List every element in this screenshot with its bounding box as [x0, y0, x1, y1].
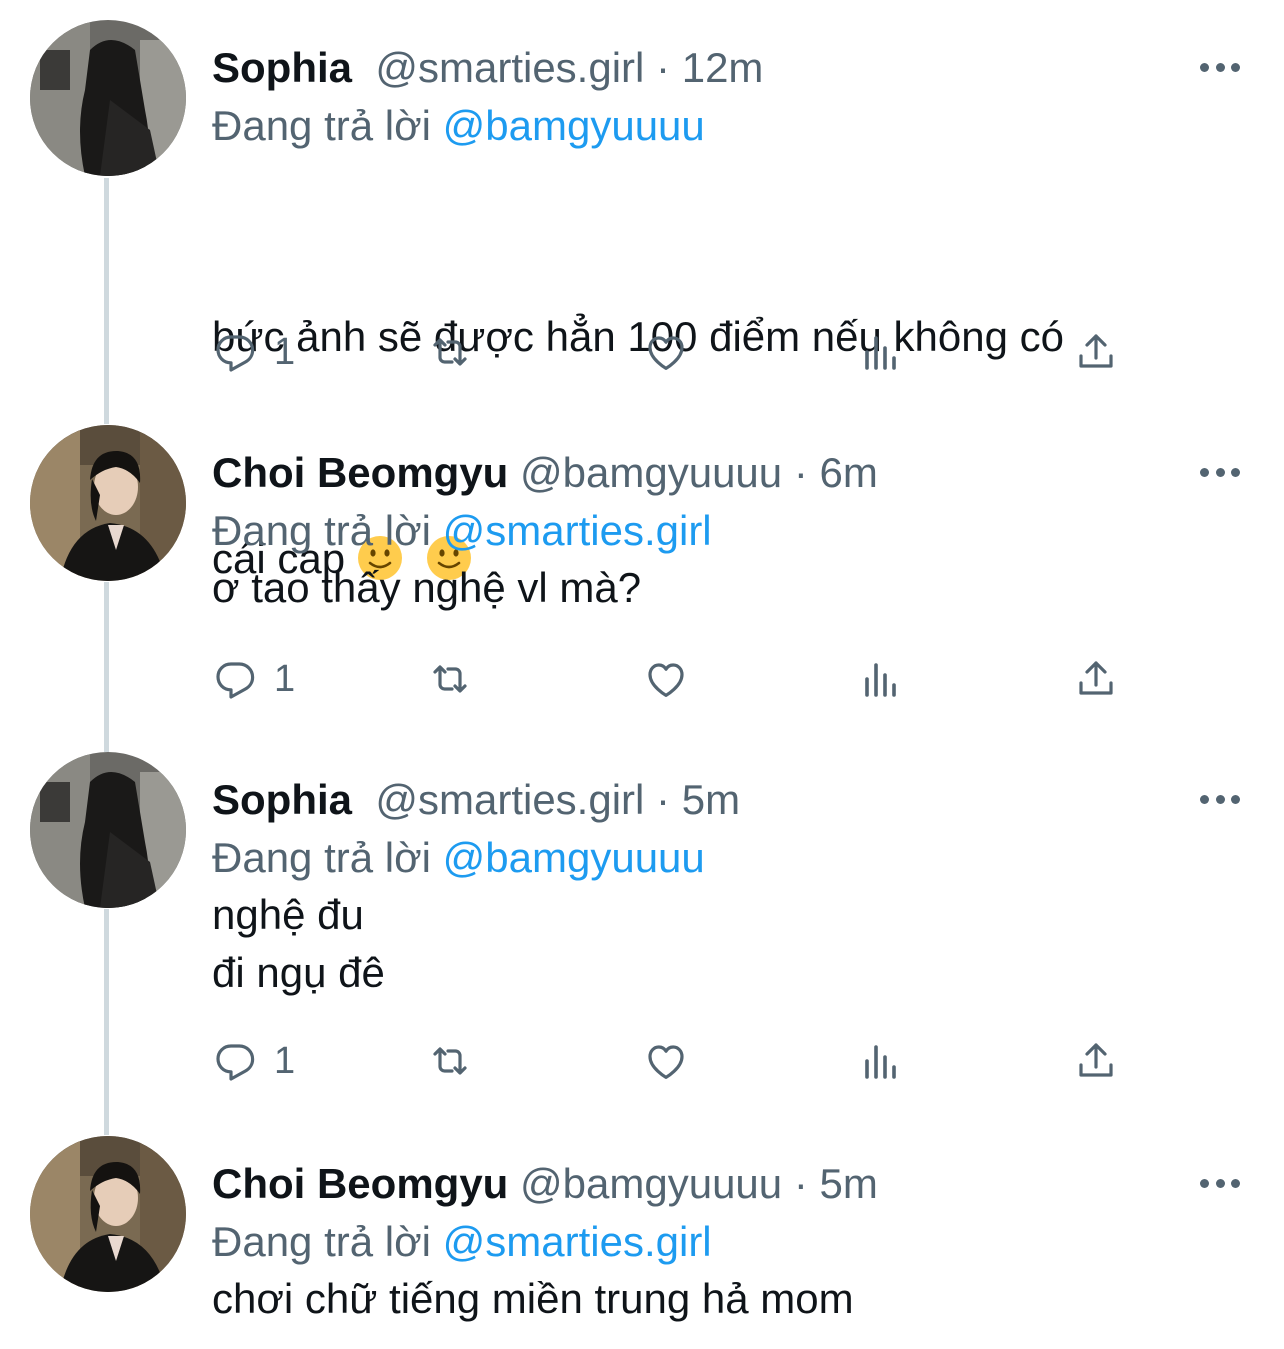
more-icon[interactable] [1200, 792, 1240, 806]
share-button[interactable] [1072, 1031, 1120, 1091]
separator: · [793, 1160, 808, 1207]
tweet[interactable]: Choi Beomgyu @bamgyuuuu · 6m Đang trả lờ… [0, 425, 1284, 745]
reply-button[interactable]: 1 [212, 649, 295, 709]
avatar[interactable] [30, 425, 186, 581]
avatar[interactable] [30, 20, 186, 176]
avatar[interactable] [30, 752, 186, 908]
display-name[interactable]: Choi Beomgyu [212, 1160, 508, 1207]
mention-link[interactable]: @smarties.girl [443, 507, 712, 554]
retweet-button[interactable] [426, 1031, 474, 1091]
tweet[interactable]: Sophia @smarties.girl · 12m Đang trả lời… [0, 20, 1284, 582]
username[interactable]: @bamgyuuuu [520, 1160, 782, 1207]
tweet-header: Sophia @smarties.girl · 5m [212, 772, 1144, 828]
reply-count: 1 [274, 330, 296, 373]
replying-to: Đang trả lời @bamgyuuuu [212, 830, 705, 886]
username[interactable]: @bamgyuuuu [520, 449, 782, 496]
analytics-icon [865, 336, 896, 370]
tweet-text: nghệ đu đi ngụ đê [212, 891, 385, 996]
timestamp[interactable]: 5m [682, 776, 740, 823]
retweet-icon [433, 665, 467, 693]
replying-to: Đang trả lời @bamgyuuuu [212, 98, 705, 154]
separator: · [656, 44, 671, 91]
timestamp[interactable]: 5m [820, 1160, 878, 1207]
separator: · [656, 776, 671, 823]
more-icon[interactable] [1200, 465, 1240, 479]
replying-to: Đang trả lời @smarties.girl [212, 503, 712, 559]
mention-link[interactable]: @smarties.girl [443, 1218, 712, 1265]
reply-count: 1 [274, 657, 296, 700]
tweet-actions: 1 [212, 649, 1132, 709]
display-name[interactable]: Choi Beomgyu [212, 449, 508, 496]
display-name[interactable]: Sophia [212, 44, 352, 91]
heart-icon [648, 1045, 684, 1079]
reply-button[interactable]: 1 [212, 322, 295, 382]
reply-icon [216, 335, 255, 372]
more-icon[interactable] [1200, 60, 1240, 74]
tweet-header: Sophia @smarties.girl · 12m [212, 40, 1144, 96]
replying-to-label: Đang trả lời [212, 1218, 431, 1265]
share-icon [1079, 1043, 1113, 1077]
like-button[interactable] [642, 322, 690, 382]
tweet-text: ơ tao thấy nghệ vl mà? [212, 564, 642, 611]
views-button[interactable] [857, 1031, 905, 1091]
replying-to-label: Đang trả lời [212, 507, 431, 554]
like-button[interactable] [642, 649, 690, 709]
tweet-header: Choi Beomgyu @bamgyuuuu · 6m [212, 445, 1144, 501]
like-button[interactable] [642, 1031, 690, 1091]
heart-icon [648, 663, 684, 697]
reply-button[interactable]: 1 [212, 1031, 295, 1091]
replying-to: Đang trả lời @smarties.girl [212, 1214, 712, 1270]
avatar-image-beomgyu [30, 1136, 186, 1292]
replying-to-label: Đang trả lời [212, 102, 431, 149]
analytics-icon [865, 663, 896, 697]
mention-link[interactable]: @bamgyuuuu [443, 834, 705, 881]
more-icon[interactable] [1200, 1176, 1240, 1190]
avatar[interactable] [30, 1136, 186, 1292]
mention-link[interactable]: @bamgyuuuu [443, 102, 705, 149]
retweet-button[interactable] [426, 649, 474, 709]
tweet-actions: 1 [212, 322, 1132, 382]
retweet-icon [433, 338, 467, 366]
share-icon [1079, 334, 1113, 368]
share-button[interactable] [1072, 649, 1120, 709]
avatar-image-beomgyu [30, 425, 186, 581]
reply-count: 1 [274, 1039, 296, 1082]
username[interactable]: @smarties.girl [375, 44, 644, 91]
views-button[interactable] [857, 649, 905, 709]
views-button[interactable] [857, 322, 905, 382]
heart-icon [648, 336, 684, 370]
timestamp[interactable]: 6m [820, 449, 878, 496]
tweet-header: Choi Beomgyu @bamgyuuuu · 5m [212, 1156, 1144, 1212]
reply-icon [216, 662, 255, 699]
retweet-button[interactable] [426, 322, 474, 382]
tweet[interactable]: Sophia @smarties.girl · 5m Đang trả lời … [0, 752, 1284, 1132]
retweet-icon [433, 1047, 467, 1075]
replying-to-label: Đang trả lời [212, 834, 431, 881]
avatar-image-sophia [30, 752, 186, 908]
separator: · [793, 449, 808, 496]
timestamp[interactable]: 12m [682, 44, 764, 91]
tweet-actions: 1 [212, 1031, 1132, 1091]
display-name[interactable]: Sophia [212, 776, 352, 823]
avatar-image-sophia [30, 20, 186, 176]
reply-icon [216, 1044, 255, 1081]
share-icon [1079, 661, 1113, 695]
tweet-text: chơi chữ tiếng miền trung hả mom [212, 1275, 854, 1322]
share-button[interactable] [1072, 322, 1120, 382]
username[interactable]: @smarties.girl [375, 776, 644, 823]
tweet[interactable]: Choi Beomgyu @bamgyuuuu · 5m Đang trả lờ… [0, 1136, 1284, 1349]
analytics-icon [865, 1045, 896, 1079]
